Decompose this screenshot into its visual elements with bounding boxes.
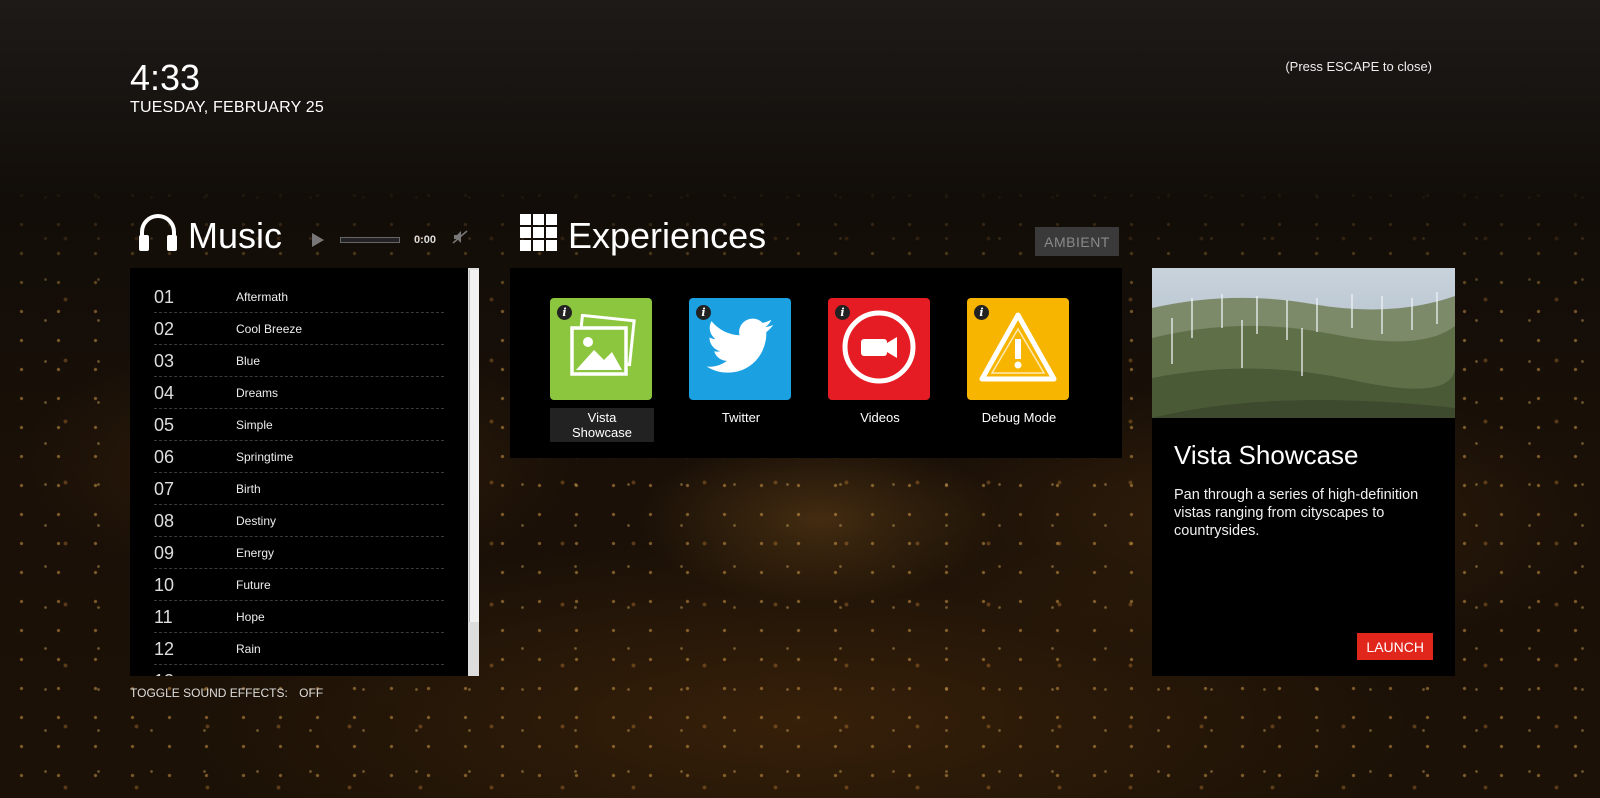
experiences-panel: i Vista Showcase i Twitter i Videos i De… [510, 268, 1122, 458]
image-icon [566, 313, 636, 385]
track-title: Springtime [236, 450, 294, 464]
sound-effects-toggle[interactable]: TOGGLE SOUND EFFECTS: OFF [130, 686, 323, 700]
track-number: 06 [154, 446, 175, 467]
track-number: 07 [154, 478, 175, 499]
track-title: Cool Breeze [236, 322, 303, 336]
track-number: 11 [154, 606, 173, 627]
track-title: Dreams [236, 386, 279, 400]
detail-panel: Vista Showcase Pan through a series of h… [1152, 268, 1455, 676]
track-number: 13 [154, 671, 236, 677]
track-item[interactable]: 01 Aftermath [154, 282, 444, 313]
detail-description: Pan through a series of high-definition … [1174, 487, 1419, 539]
track-item[interactable]: 09 Energy [154, 538, 444, 569]
playlist-scrollbar[interactable] [468, 268, 479, 676]
audio-progress-bar[interactable] [340, 236, 400, 243]
track-item[interactable]: 04 Dreams [154, 378, 444, 409]
warning-icon [978, 311, 1058, 388]
track-title: Simple [236, 418, 273, 432]
launch-button[interactable]: LAUNCH [1357, 633, 1433, 660]
track-item[interactable]: 02 Cool Breeze [154, 314, 444, 345]
track-number: 02 [154, 318, 175, 339]
clock-date: TUESDAY, FEBRUARY 25 [130, 99, 324, 116]
headphones-icon [138, 214, 178, 257]
track-title: Blue [236, 354, 261, 368]
track-item[interactable]: 03 Blue [154, 346, 444, 377]
track-title: Future [236, 578, 271, 592]
clock-time: 4:33 [130, 57, 201, 98]
track-item[interactable]: 05 Simple [154, 410, 444, 441]
tile-debug-mode[interactable]: i Debug Mode [967, 298, 1071, 427]
info-icon[interactable]: i [557, 305, 572, 320]
tile-label: Twitter [721, 410, 761, 425]
tile-vista-showcase[interactable]: i Vista Showcase [550, 298, 654, 442]
experiences-header: Experiences [520, 214, 766, 257]
track-item[interactable]: 12 Rain [154, 634, 444, 665]
track-number: 10 [154, 574, 175, 595]
experiences-title: Experiences [568, 214, 767, 256]
video-camera-icon [841, 309, 917, 390]
tile-icon-bg: i [828, 298, 930, 400]
tile-twitter[interactable]: i Twitter [689, 298, 793, 427]
ambient-button[interactable]: AMBIENT [1035, 227, 1119, 256]
info-icon[interactable]: i [835, 305, 850, 320]
track-title: Destiny [236, 514, 277, 528]
track-number: 09 [154, 542, 175, 563]
audio-player: 0:00 [312, 230, 468, 249]
mute-icon[interactable] [452, 230, 468, 249]
clock: 4:33 TUESDAY, FEBRUARY 25 [130, 58, 324, 117]
track-number: 05 [154, 414, 175, 435]
grid-icon [520, 214, 558, 257]
track-item[interactable]: 06 Springtime [154, 442, 444, 473]
playlist-panel: 01 Aftermath 02 Cool Breeze 03 Blue 04 Dreams 05… [130, 268, 479, 676]
track-title: Hope [236, 610, 265, 624]
track-item[interactable]: 13Space [154, 666, 444, 677]
tile-label: Vista Showcase [550, 408, 654, 442]
tile-icon-bg: i [689, 298, 791, 400]
scrollbar-thumb[interactable] [469, 270, 479, 622]
music-title: Music [188, 214, 283, 256]
track-number: 04 [154, 382, 175, 403]
info-icon[interactable]: i [974, 305, 989, 320]
track-title: Rain [236, 642, 261, 656]
track-title: Energy [236, 546, 275, 560]
detail-title: Vista Showcase [1174, 440, 1359, 470]
track-number: 12 [154, 638, 175, 659]
twitter-bird-icon [705, 318, 775, 381]
track-item[interactable]: 08 Destiny [154, 506, 444, 537]
tile-videos[interactable]: i Videos [828, 298, 932, 427]
track-item[interactable]: 11 Hope [154, 602, 444, 633]
track-title: Space [236, 674, 270, 676]
sound-effects-label: TOGGLE SOUND EFFECTS: [130, 686, 288, 700]
sound-effects-value[interactable]: OFF [299, 686, 323, 700]
track-item[interactable]: 07 Birth [154, 474, 444, 505]
music-header: Music [138, 214, 282, 257]
audio-time: 0:00 [414, 233, 437, 246]
track-title: Birth [236, 482, 261, 496]
track-title: Aftermath [236, 290, 289, 304]
track-number: 01 [154, 286, 175, 307]
track-list: 01 Aftermath 02 Cool Breeze 03 Blue 04 Dreams 05… [130, 268, 479, 676]
track-number: 03 [154, 350, 175, 371]
escape-hint: (Press ESCAPE to close) [1285, 59, 1432, 74]
tile-label: Videos [860, 410, 900, 425]
tile-icon-bg: i [967, 298, 1069, 400]
tile-icon-bg: i [550, 298, 652, 400]
track-number: 08 [154, 510, 175, 531]
play-button[interactable] [312, 232, 324, 247]
tile-label: Debug Mode [981, 410, 1057, 425]
vista-preview-image [1152, 268, 1455, 418]
info-icon[interactable]: i [696, 305, 711, 320]
track-item[interactable]: 10 Future [154, 570, 444, 601]
